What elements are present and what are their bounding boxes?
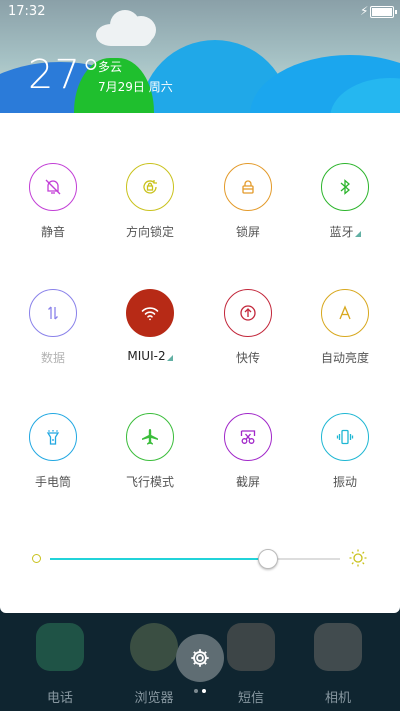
toggle-ring	[321, 289, 369, 337]
toggle-quick-share[interactable]: 快传	[208, 289, 288, 366]
share-upload-icon	[240, 305, 256, 321]
toggle-label: 快传	[235, 351, 260, 365]
phone-icon	[36, 623, 84, 671]
dock-label: 浏览器	[134, 691, 174, 706]
toggle-label: MIUI-2	[127, 349, 166, 363]
expand-corner-icon	[354, 231, 361, 237]
bluetooth-icon	[340, 179, 350, 195]
toggle-mobile-data[interactable]: 数据	[13, 289, 93, 366]
dock-app-camera[interactable]: 相机	[308, 623, 368, 706]
flashlight-icon	[46, 430, 60, 445]
vibrate-icon	[336, 429, 354, 445]
toggle-airplane-mode[interactable]: 飞行模式	[110, 413, 190, 490]
toggle-ring	[126, 289, 174, 337]
temperature: 27°	[28, 52, 102, 98]
toggle-label: 截屏	[235, 475, 260, 489]
slider-thumb[interactable]	[257, 549, 278, 569]
rotation-lock-icon	[143, 180, 157, 194]
dock-app-browser[interactable]: 浏览器	[124, 623, 184, 706]
toggle-label: 静音	[40, 225, 65, 239]
browser-icon	[130, 623, 178, 671]
toggle-rotation-lock[interactable]: 方向锁定	[110, 163, 190, 240]
charging-icon: ⚡	[360, 4, 369, 18]
settings-button[interactable]	[176, 634, 224, 682]
toggle-label: 飞行模式	[125, 475, 174, 489]
expand-corner-icon	[166, 355, 173, 361]
toggle-label: 蓝牙	[329, 225, 354, 239]
status-time: 17:32	[8, 4, 46, 19]
toggle-vibrate[interactable]: 振动	[305, 413, 385, 490]
toggle-label: 锁屏	[235, 225, 260, 239]
toggle-ring	[321, 163, 369, 211]
dock-label: 相机	[324, 691, 351, 706]
toggle-auto-brightness[interactable]: 自动亮度	[305, 289, 385, 366]
toggle-ring	[29, 289, 77, 337]
toggle-ring	[224, 289, 272, 337]
toggle-label: 方向锁定	[125, 225, 174, 239]
slider-fill	[50, 558, 268, 560]
gear-icon	[191, 649, 209, 667]
dock-label: 短信	[237, 691, 264, 706]
wifi-icon	[141, 307, 159, 321]
airplane-icon	[142, 429, 158, 445]
date-label: 7月29日 周六	[98, 80, 173, 94]
brightness-high-icon	[349, 549, 367, 567]
page-indicator	[194, 689, 208, 694]
toggle-ring	[126, 413, 174, 461]
toggle-ring	[126, 163, 174, 211]
toggle-label: 数据	[40, 351, 65, 365]
toggle-ring	[224, 413, 272, 461]
toggle-label: 振动	[332, 475, 357, 489]
toggle-label-row: MIUI-2	[110, 349, 190, 363]
scissors-icon	[240, 430, 256, 444]
battery-icon	[370, 6, 397, 18]
dock-label: 电话	[46, 691, 73, 706]
status-bar: 17:32 ⚡	[0, 0, 400, 24]
brightness-low-icon	[32, 554, 41, 563]
auto-brightness-icon	[339, 305, 351, 320]
toggle-ring	[29, 163, 77, 211]
toggle-ring	[29, 413, 77, 461]
brightness-slider[interactable]	[32, 546, 370, 570]
toggle-bluetooth[interactable]: 蓝牙	[305, 163, 385, 240]
dock-app-messages[interactable]: 短信	[221, 623, 281, 706]
page-dot-active	[202, 689, 206, 693]
toggle-label: 自动亮度	[320, 351, 369, 365]
dock-app-phone[interactable]: 电话	[30, 623, 90, 706]
bell-off-icon	[45, 179, 61, 195]
mobile-data-icon	[48, 306, 58, 320]
slider-track[interactable]	[50, 549, 340, 569]
toggle-ring	[224, 163, 272, 211]
toggle-screenshot[interactable]: 截屏	[208, 413, 288, 490]
page-dot	[194, 689, 198, 693]
messages-icon	[227, 623, 275, 671]
weather-condition: 多云	[98, 60, 123, 74]
toggle-flashlight[interactable]: 手电筒	[13, 413, 93, 490]
lock-icon	[242, 180, 254, 194]
toggle-label: 手电筒	[34, 475, 71, 489]
toggle-ring	[321, 413, 369, 461]
toggle-wifi[interactable]: MIUI-2	[110, 289, 190, 363]
camera-icon	[314, 623, 362, 671]
quick-settings-panel: 静音 方向锁定 锁屏 蓝牙 数据 MIUI-2 快传 自动亮度 手电筒 飞行模式…	[0, 113, 400, 613]
toggle-silent[interactable]: 静音	[13, 163, 93, 240]
toggle-lock-screen[interactable]: 锁屏	[208, 163, 288, 240]
toggle-label-row: 蓝牙	[305, 223, 385, 240]
